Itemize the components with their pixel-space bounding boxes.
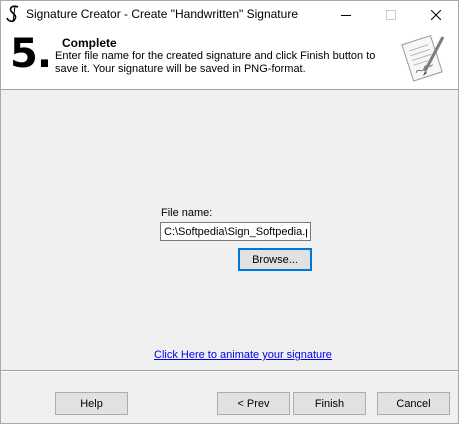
step-number: 5.: [10, 31, 52, 77]
step-title: Complete: [62, 36, 117, 50]
window-title: Signature Creator - Create "Handwritten"…: [26, 7, 298, 21]
maximize-button[interactable]: [368, 1, 413, 29]
maximize-icon: [385, 10, 396, 20]
close-button[interactable]: [413, 1, 458, 29]
signature-document-icon: [401, 34, 445, 82]
finish-button[interactable]: Finish: [293, 392, 366, 415]
cancel-button[interactable]: Cancel: [377, 392, 450, 415]
footer-divider: [1, 370, 458, 372]
prev-button[interactable]: < Prev: [217, 392, 290, 415]
wizard-header: 5. Complete Enter file name for the crea…: [1, 29, 458, 90]
animate-signature-link[interactable]: Click Here to animate your signature: [154, 349, 332, 361]
file-name-label: File name:: [161, 207, 213, 219]
minimize-button[interactable]: [323, 1, 368, 29]
step-description: Enter file name for the created signatur…: [55, 50, 376, 75]
signature-s-icon: [6, 5, 19, 23]
wizard-window: Signature Creator - Create "Handwritten"…: [0, 0, 459, 424]
title-bar[interactable]: Signature Creator - Create "Handwritten"…: [1, 1, 458, 29]
close-icon: [430, 10, 441, 20]
help-button[interactable]: Help: [55, 392, 128, 415]
file-name-input[interactable]: [160, 222, 311, 241]
minimize-icon: [340, 15, 351, 16]
browse-button[interactable]: Browse...: [238, 248, 312, 271]
